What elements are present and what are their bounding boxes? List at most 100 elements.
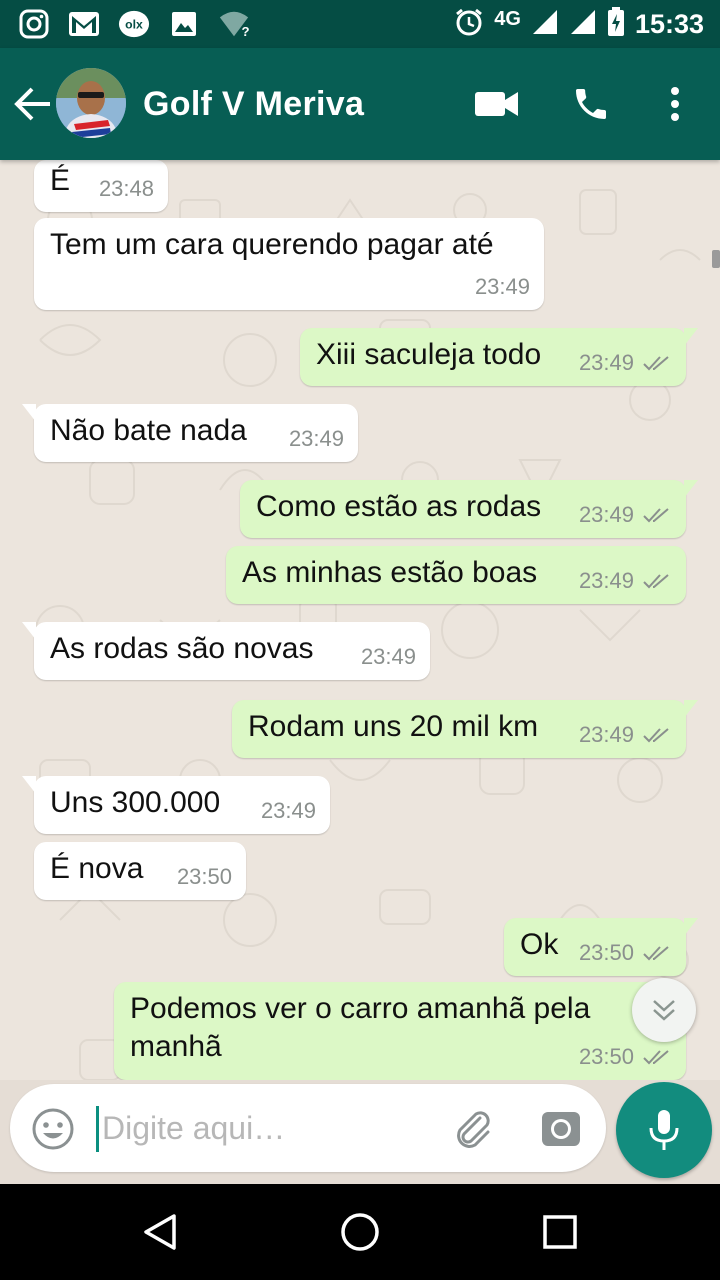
message-text: Podemos ver o carro amanhã pela manhã xyxy=(130,992,591,1063)
message-time: 23:49 xyxy=(260,798,316,823)
message-text: Como estão as rodas xyxy=(256,490,542,523)
message-text: É xyxy=(50,164,71,197)
message-incoming[interactable]: Não bate nada 23:49 xyxy=(22,404,358,462)
message-outgoing[interactable]: Como estão as rodas 23:49 xyxy=(240,480,698,538)
back-button[interactable] xyxy=(12,84,54,124)
message-time: 23:49 xyxy=(578,502,634,527)
double-chevron-down-icon xyxy=(653,1000,675,1021)
message-meta: 23:48 xyxy=(99,176,154,202)
message-meta: 23:50 xyxy=(579,1044,672,1070)
message-incoming[interactable]: É 23:48 xyxy=(34,160,168,212)
bubble-tail xyxy=(22,404,36,422)
emoji-icon xyxy=(32,1108,74,1150)
arrow-back-icon xyxy=(14,87,50,121)
alarm-icon xyxy=(454,7,484,42)
instagram-icon xyxy=(18,8,50,40)
message-time: 23:50 xyxy=(578,1044,634,1069)
paperclip-icon xyxy=(457,1111,490,1148)
bubble-tail xyxy=(684,328,698,346)
microphone-icon xyxy=(649,1110,679,1150)
message-text: Xiii saculeja todo xyxy=(316,338,542,371)
video-call-icon xyxy=(475,92,518,116)
message-meta: 23:49 xyxy=(579,568,672,594)
message-time: 23:49 xyxy=(578,722,634,747)
scroll-to-bottom-button[interactable] xyxy=(632,978,696,1042)
clock: 15:33 xyxy=(634,8,704,39)
message-meta: 23:49 xyxy=(579,350,672,376)
message-incoming[interactable]: É nova 23:50 xyxy=(34,842,246,900)
wifi-unknown-icon: ? xyxy=(218,8,250,40)
message-time: 23:50 xyxy=(578,940,634,965)
more-vert-icon xyxy=(671,87,679,121)
message-text: As rodas são novas xyxy=(50,632,314,665)
nav-back-icon xyxy=(144,1214,176,1250)
notification-icons: olx ? xyxy=(18,8,250,40)
message-outgoing[interactable]: Rodam uns 20 mil km 23:49 xyxy=(232,700,698,758)
message-outgoing[interactable]: As minhas estão boas 23:49 xyxy=(226,546,686,604)
attach-button[interactable] xyxy=(450,1106,496,1152)
nav-home-icon xyxy=(341,1213,379,1251)
message-time: 23:49 xyxy=(578,568,634,593)
camera-button[interactable] xyxy=(538,1106,584,1152)
bubble-tail xyxy=(684,700,698,718)
bubble-tail xyxy=(684,480,698,498)
message-time: 23:50 xyxy=(176,864,232,889)
message-incoming[interactable]: Uns 300.000 23:49 xyxy=(22,776,330,834)
chat-header: Golf V Meriva xyxy=(0,48,720,160)
chat-area[interactable]: É 23:48 Tem um cara querendo pagar até 2… xyxy=(0,160,720,1080)
message-meta: 23:49 xyxy=(261,798,316,824)
message-time: 23:48 xyxy=(98,176,154,201)
message-meta: 23:50 xyxy=(177,864,232,890)
nav-home-button[interactable] xyxy=(336,1208,384,1256)
battery-charging-icon xyxy=(607,6,625,42)
voice-call-button[interactable] xyxy=(566,80,616,128)
message-meta: 23:50 xyxy=(579,940,672,966)
message-incoming[interactable]: Tem um cara querendo pagar até 23:49 xyxy=(34,218,544,310)
message-time: 23:49 xyxy=(360,644,416,669)
message-text: Não bate nada xyxy=(50,414,247,447)
bubble-tail xyxy=(22,622,36,640)
system-nav-bar xyxy=(0,1184,720,1280)
contact-name[interactable]: Golf V Meriva xyxy=(143,85,364,124)
double-check-icon xyxy=(643,728,669,743)
avatar[interactable] xyxy=(56,68,126,138)
message-composer xyxy=(10,1084,606,1172)
message-outgoing[interactable]: Podemos ver o carro amanhã pela manhã 23… xyxy=(114,982,686,1080)
signal-icon xyxy=(531,8,559,41)
scrollbar[interactable] xyxy=(712,250,720,268)
bubble-tail xyxy=(684,918,698,936)
double-check-icon xyxy=(643,508,669,523)
message-text: Tem um cara querendo pagar até xyxy=(50,228,494,261)
nav-recents-button[interactable] xyxy=(536,1208,584,1256)
message-meta: 23:49 xyxy=(579,722,672,748)
signal-icon xyxy=(569,8,597,41)
video-call-button[interactable] xyxy=(472,80,522,128)
message-outgoing[interactable]: Xiii saculeja todo 23:49 xyxy=(300,328,698,386)
double-check-icon xyxy=(643,356,669,371)
gmail-icon xyxy=(68,8,100,40)
double-check-icon xyxy=(643,946,669,961)
emoji-button[interactable] xyxy=(30,1106,76,1152)
svg-text:?: ? xyxy=(242,24,250,39)
more-options-button[interactable] xyxy=(650,80,700,128)
message-meta: 23:49 xyxy=(289,426,344,452)
status-bar: olx ? 4G 15:33 xyxy=(0,0,720,48)
message-meta: 23:49 xyxy=(579,502,672,528)
voice-record-button[interactable] xyxy=(616,1082,712,1178)
message-incoming[interactable]: As rodas são novas 23:49 xyxy=(22,622,430,680)
double-check-icon xyxy=(643,1050,669,1065)
nav-recents-icon xyxy=(543,1215,577,1249)
message-text: Uns 300.000 xyxy=(50,786,221,819)
message-outgoing[interactable]: Ok 23:50 xyxy=(504,918,698,976)
network-type: 4G xyxy=(494,7,521,30)
message-time: 23:49 xyxy=(578,350,634,375)
olx-icon: olx xyxy=(118,8,150,40)
phone-icon xyxy=(576,89,606,119)
double-check-icon xyxy=(643,574,669,589)
bubble-tail xyxy=(22,776,36,794)
message-input[interactable] xyxy=(102,1102,442,1154)
message-time: 23:49 xyxy=(474,274,530,299)
message-text: Ok xyxy=(520,928,559,961)
nav-back-button[interactable] xyxy=(136,1208,184,1256)
camera-icon xyxy=(542,1112,580,1146)
